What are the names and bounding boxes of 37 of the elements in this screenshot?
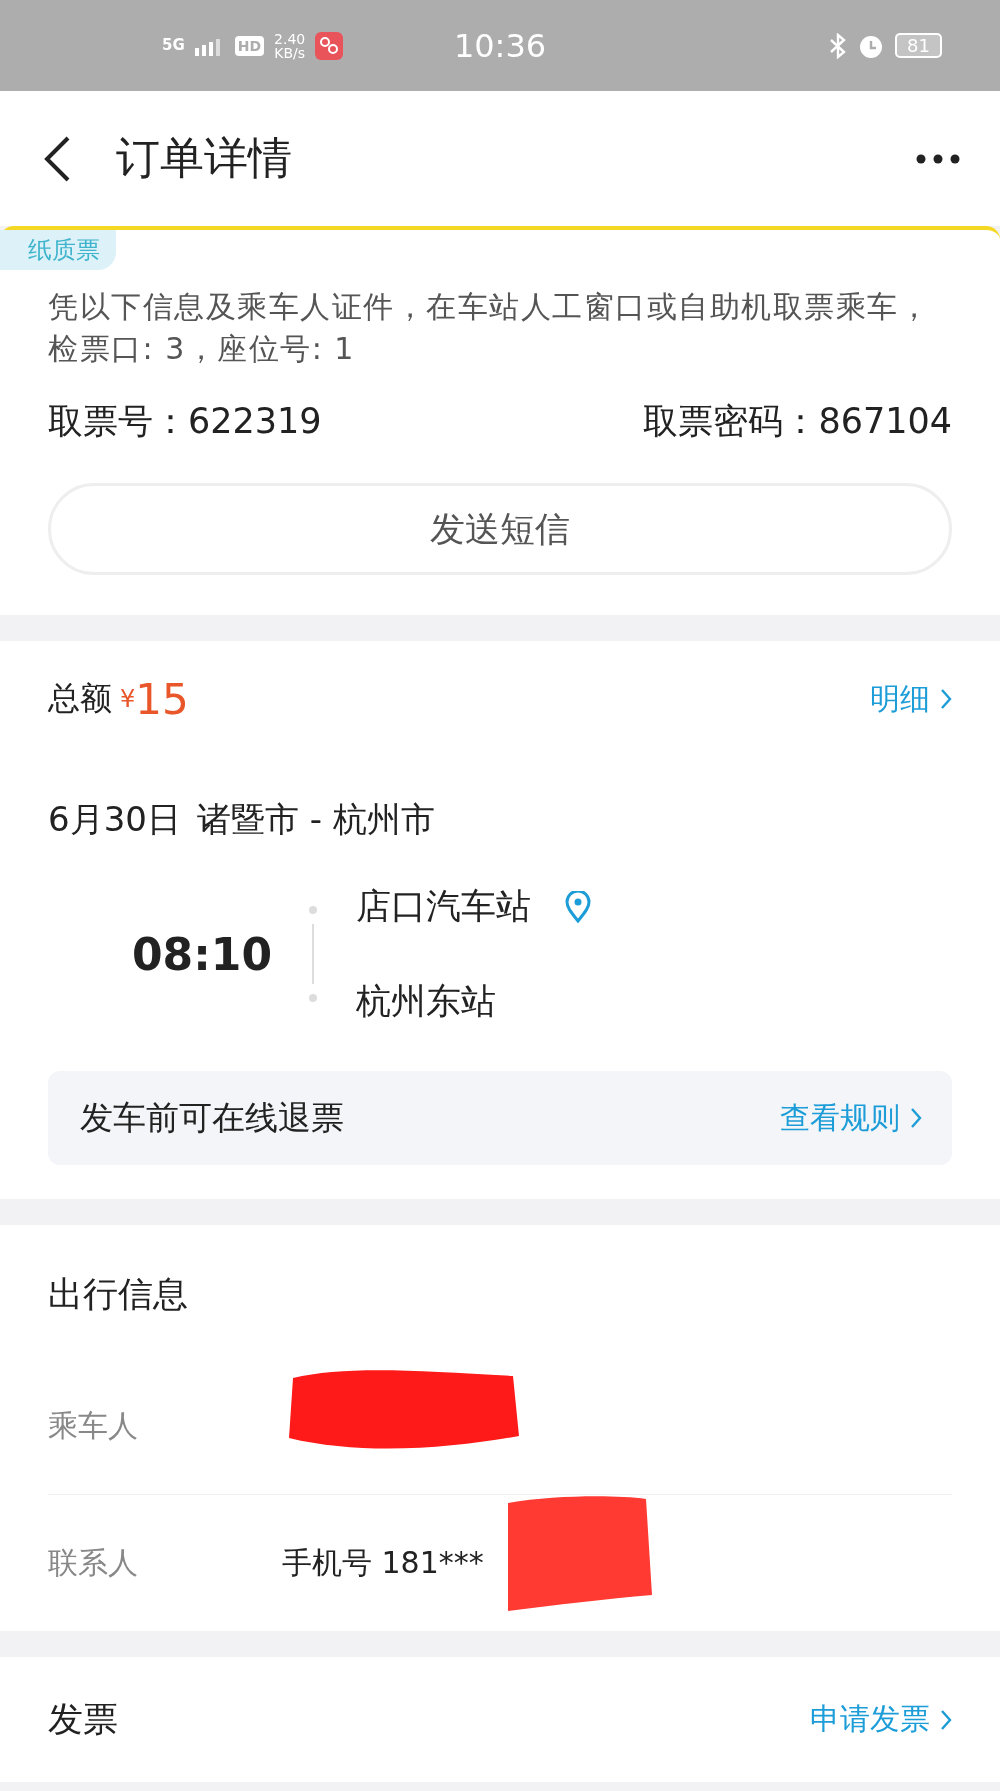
hd-badge: HD: [234, 35, 265, 56]
pickup-password: 取票密码：867104: [643, 400, 952, 443]
send-sms-button[interactable]: 发送短信: [48, 483, 952, 575]
app-icon: [315, 31, 344, 60]
field-value: 手机号 181***: [282, 1543, 484, 1582]
speed-unit: KB/s: [274, 45, 306, 60]
more-icon[interactable]: [916, 153, 960, 164]
ticket-type-tag: 纸质票: [0, 230, 116, 270]
field-label: 乘车人: [48, 1406, 139, 1445]
chevron-right-icon: [910, 1107, 922, 1129]
departure-station: 店口汽车站: [356, 885, 531, 928]
detail-link[interactable]: 明细: [870, 678, 952, 720]
chevron-right-icon: [940, 688, 952, 710]
field-label: 联系人: [48, 1543, 139, 1582]
apply-invoice-link[interactable]: 申请发票: [810, 1699, 952, 1740]
network-label: 5G: [162, 38, 185, 53]
back-icon[interactable]: [44, 135, 70, 182]
pickup-instruction: 凭以下信息及乘车人证件，在车站人工窗口或自助机取票乘车，检票口: 3，座位号: 1: [48, 288, 931, 368]
location-pin-icon[interactable]: [565, 890, 591, 923]
battery-indicator: 81: [895, 33, 942, 58]
trip-date: 6月30日: [48, 798, 181, 841]
section-title: 发票: [48, 1698, 118, 1741]
arrival-station: 杭州东站: [356, 980, 496, 1023]
clock-time: 10:36: [453, 26, 547, 65]
pickup-number: 取票号：622319: [48, 400, 322, 443]
departure-time: 08:10: [132, 928, 274, 980]
section-title: 出行信息: [48, 1273, 189, 1316]
rules-link[interactable]: 查看规则: [780, 1097, 922, 1139]
refund-note: 发车前可在线退票: [80, 1096, 344, 1139]
bluetooth-icon: [829, 32, 848, 59]
trip-route: 诸暨市 - 杭州市: [196, 798, 435, 841]
total-label: 总额: [48, 678, 112, 719]
currency-symbol: ¥: [120, 685, 136, 713]
speed-value: 2.40: [274, 31, 306, 46]
chevron-right-icon: [940, 1708, 952, 1731]
total-amount: 15: [135, 674, 189, 724]
page-title: 订单详情: [116, 131, 292, 185]
